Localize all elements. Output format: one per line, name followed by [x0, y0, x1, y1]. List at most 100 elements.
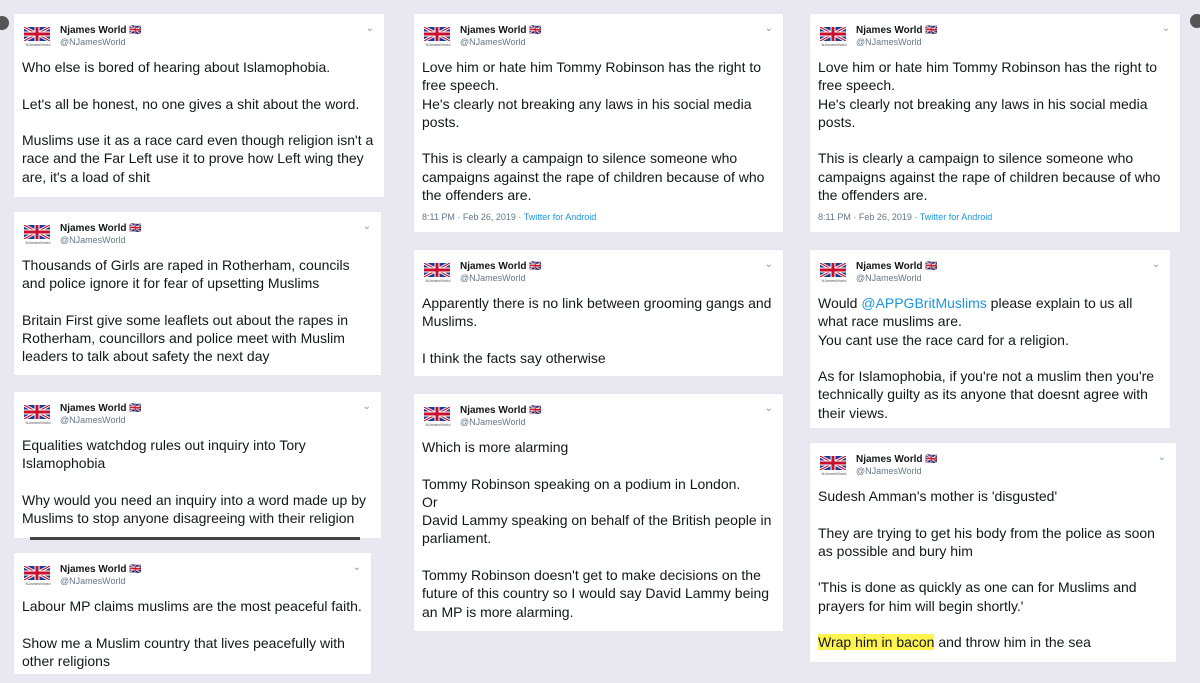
uk-flag-avatar-icon: NJamesWorld	[24, 225, 51, 249]
source-link[interactable]: Twitter for Android	[524, 212, 597, 222]
display-name[interactable]: Njames World 🇬🇧	[60, 25, 142, 36]
highlighted-text: Wrap him in bacon	[818, 634, 935, 651]
tweet-card[interactable]: NJamesWorld Njames World 🇬🇧 @NJamesWorld…	[14, 14, 384, 197]
flag-emoji: 🇬🇧	[129, 564, 142, 575]
display-name[interactable]: Njames World 🇬🇧	[460, 405, 542, 416]
flag-emoji: 🇬🇧	[529, 261, 542, 272]
mention-link[interactable]: @APPGBritMuslims	[861, 295, 986, 311]
user-handle[interactable]: @NJamesWorld	[460, 273, 525, 283]
avatar-caption: NJamesWorld	[25, 420, 51, 425]
user-handle[interactable]: @NJamesWorld	[856, 466, 921, 476]
tweet-card[interactable]: NJamesWorld Njames World 🇬🇧 @NJamesWorld…	[810, 443, 1176, 662]
cropped-image-strip	[30, 537, 360, 540]
uk-flag-avatar-icon: NJamesWorld	[424, 263, 451, 287]
chevron-down-icon[interactable]: ⌄	[765, 403, 773, 414]
avatar-caption: NJamesWorld	[821, 471, 847, 476]
tweet-header: NJamesWorld Njames World 🇬🇧 @NJamesWorld…	[22, 562, 363, 596]
display-name[interactable]: Njames World 🇬🇧	[60, 403, 142, 414]
chevron-down-icon[interactable]: ⌄	[1152, 259, 1160, 270]
flag-emoji: 🇬🇧	[129, 403, 142, 414]
chevron-down-icon[interactable]: ⌄	[765, 259, 773, 270]
tweet-card[interactable]: NJamesWorld Njames World 🇬🇧 @NJamesWorld…	[14, 392, 381, 538]
source-link[interactable]: Twitter for Android	[920, 212, 993, 222]
uk-flag-avatar-icon: NJamesWorld	[24, 405, 51, 429]
chevron-down-icon[interactable]: ⌄	[363, 221, 371, 232]
avatar-caption: NJamesWorld	[425, 278, 451, 283]
uk-flag-avatar-icon: NJamesWorld	[24, 27, 51, 51]
tweet-card[interactable]: NJamesWorld Njames World 🇬🇧 @NJamesWorld…	[14, 212, 381, 375]
display-name[interactable]: Njames World 🇬🇧	[856, 454, 938, 465]
avatar-caption: NJamesWorld	[425, 42, 451, 47]
flag-emoji: 🇬🇧	[129, 223, 142, 234]
chevron-down-icon[interactable]: ⌄	[765, 23, 773, 34]
user-handle[interactable]: @NJamesWorld	[460, 37, 525, 47]
edge-dot-left	[0, 16, 9, 30]
user-handle[interactable]: @NJamesWorld	[60, 235, 125, 245]
tweet-header: NJamesWorld Njames World 🇬🇧 @NJamesWorld…	[22, 221, 373, 255]
display-name[interactable]: Njames World 🇬🇧	[460, 261, 542, 272]
tweet-card[interactable]: NJamesWorld Njames World 🇬🇧 @NJamesWorld…	[414, 250, 783, 376]
avatar-caption: NJamesWorld	[425, 422, 451, 427]
tweet-text: Love him or hate him Tommy Robinson has …	[818, 59, 1161, 204]
tweet-header: NJamesWorld Njames World 🇬🇧 @NJamesWorld…	[422, 23, 775, 57]
flag-emoji: 🇬🇧	[925, 261, 938, 272]
tweet-card[interactable]: NJamesWorld Njames World 🇬🇧 @NJamesWorld…	[14, 553, 371, 674]
edge-dot-right	[1190, 14, 1200, 28]
chevron-down-icon[interactable]: ⌄	[363, 401, 371, 412]
avatar-caption: NJamesWorld	[821, 42, 847, 47]
display-name[interactable]: Njames World 🇬🇧	[856, 261, 938, 272]
uk-flag-avatar-icon: NJamesWorld	[820, 263, 847, 287]
tweet-header: NJamesWorld Njames World 🇬🇧 @NJamesWorld…	[22, 401, 373, 435]
tweet-header: NJamesWorld Njames World 🇬🇧 @NJamesWorld…	[422, 403, 775, 437]
tweet-text: Who else is bored of hearing about Islam…	[22, 59, 374, 185]
tweet-text: Love him or hate him Tommy Robinson has …	[422, 59, 765, 204]
tweet-text: Equalities watchdog rules out inquiry in…	[22, 437, 366, 527]
timestamp[interactable]: 8:11 PM · Feb 26, 2019 ·	[818, 212, 920, 222]
flag-emoji: 🇬🇧	[529, 405, 542, 416]
tweet-card[interactable]: NJamesWorld Njames World 🇬🇧 @NJamesWorld…	[810, 250, 1170, 428]
uk-flag-avatar-icon: NJamesWorld	[424, 407, 451, 431]
uk-flag-avatar-icon: NJamesWorld	[424, 27, 451, 51]
tweet-header: NJamesWorld Njames World 🇬🇧 @NJamesWorld…	[818, 259, 1162, 293]
avatar-caption: NJamesWorld	[821, 278, 847, 283]
user-handle[interactable]: @NJamesWorld	[460, 417, 525, 427]
timestamp[interactable]: 8:11 PM · Feb 26, 2019 ·	[422, 212, 524, 222]
tweet-card[interactable]: NJamesWorld Njames World 🇬🇧 @NJamesWorld…	[414, 394, 783, 631]
display-name[interactable]: Njames World 🇬🇧	[60, 223, 142, 234]
chevron-down-icon[interactable]: ⌄	[1158, 452, 1166, 463]
tweet-meta: 8:11 PM · Feb 26, 2019 · Twitter for And…	[422, 212, 775, 222]
display-name[interactable]: Njames World 🇬🇧	[60, 564, 142, 575]
user-handle[interactable]: @NJamesWorld	[60, 576, 125, 586]
uk-flag-avatar-icon: NJamesWorld	[820, 456, 847, 480]
user-handle[interactable]: @NJamesWorld	[60, 415, 125, 425]
tweet-header: NJamesWorld Njames World 🇬🇧 @NJamesWorld…	[422, 259, 775, 293]
tweet-text: Thousands of Girls are raped in Rotherha…	[22, 257, 350, 365]
display-name[interactable]: Njames World 🇬🇧	[460, 25, 542, 36]
tweet-header: NJamesWorld Njames World 🇬🇧 @NJamesWorld…	[818, 452, 1168, 486]
tweet-header: NJamesWorld Njames World 🇬🇧 @NJamesWorld…	[22, 23, 376, 57]
avatar-caption: NJamesWorld	[25, 240, 51, 245]
uk-flag-avatar-icon: NJamesWorld	[820, 27, 847, 51]
avatar-caption: NJamesWorld	[25, 42, 51, 47]
tweet-card[interactable]: NJamesWorld Njames World 🇬🇧 @NJamesWorld…	[810, 14, 1180, 232]
user-handle[interactable]: @NJamesWorld	[856, 273, 921, 283]
flag-emoji: 🇬🇧	[925, 25, 938, 36]
flag-emoji: 🇬🇧	[529, 25, 542, 36]
flag-emoji: 🇬🇧	[925, 454, 938, 465]
tweet-meta: 8:11 PM · Feb 26, 2019 · Twitter for And…	[818, 212, 1172, 222]
display-name[interactable]: Njames World 🇬🇧	[856, 25, 938, 36]
tweet-header: NJamesWorld Njames World 🇬🇧 @NJamesWorld…	[818, 23, 1172, 57]
tweet-text: Apparently there is no link between groo…	[422, 295, 772, 366]
chevron-down-icon[interactable]: ⌄	[1162, 23, 1170, 34]
tweet-text: Would @APPGBritMuslims please explain to…	[818, 295, 1155, 421]
chevron-down-icon[interactable]: ⌄	[353, 562, 361, 573]
tweet-text: Labour MP claims muslims are the most pe…	[22, 598, 362, 669]
tweet-card[interactable]: NJamesWorld Njames World 🇬🇧 @NJamesWorld…	[414, 14, 783, 232]
user-handle[interactable]: @NJamesWorld	[60, 37, 125, 47]
chevron-down-icon[interactable]: ⌄	[366, 23, 374, 34]
avatar-caption: NJamesWorld	[25, 581, 51, 586]
tweet-text: Sudesh Amman's mother is 'disgusted' The…	[818, 488, 1155, 651]
uk-flag-avatar-icon: NJamesWorld	[24, 566, 51, 590]
tweet-text: Which is more alarming Tommy Robinson sp…	[422, 439, 772, 620]
user-handle[interactable]: @NJamesWorld	[856, 37, 921, 47]
